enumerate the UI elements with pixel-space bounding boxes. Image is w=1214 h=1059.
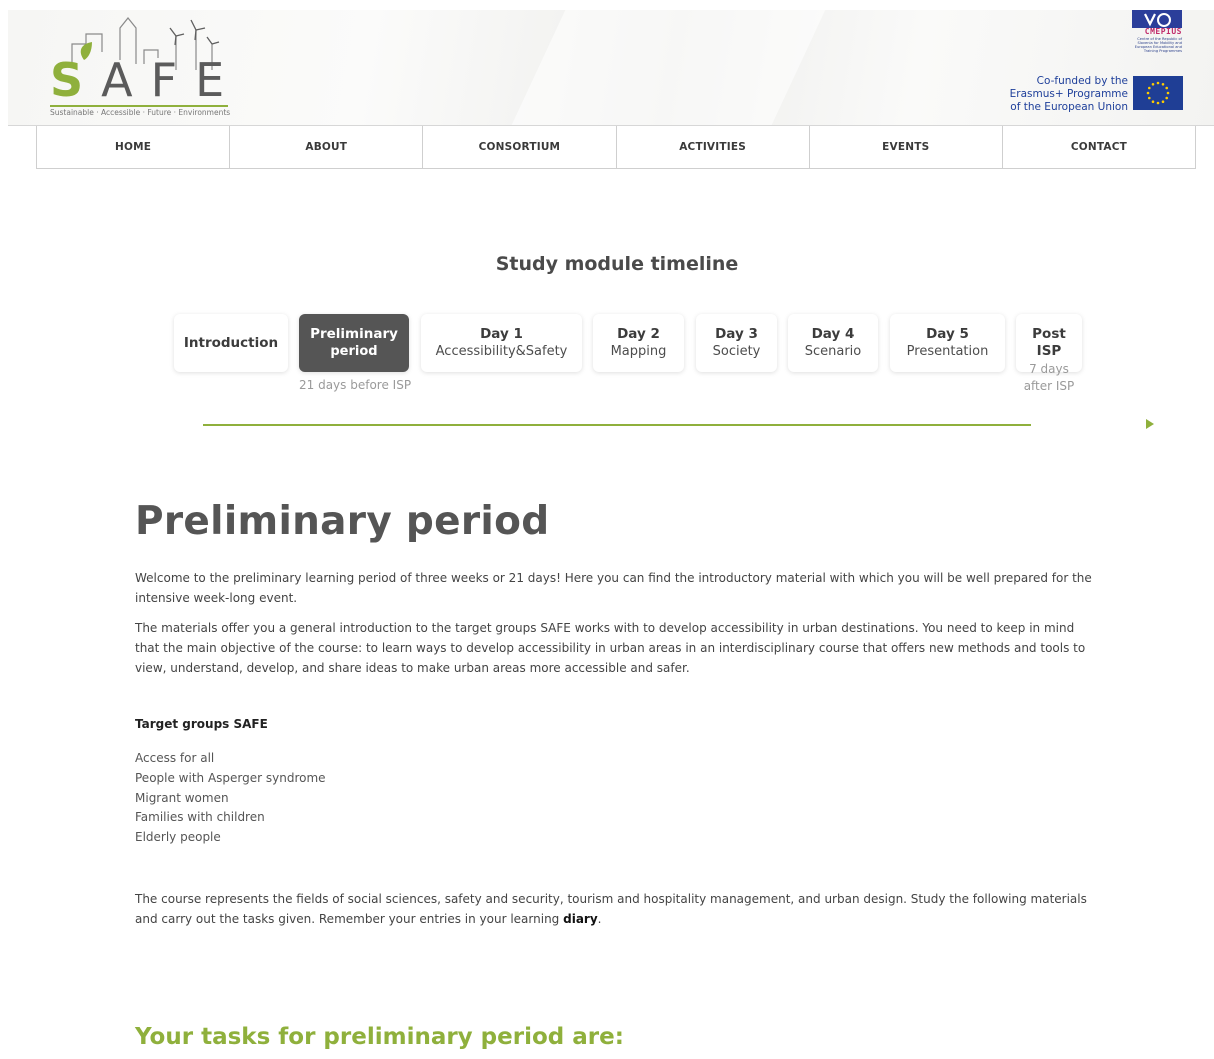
course-paragraph: The course represents the fields of soci… [135, 889, 1095, 929]
page-title: Preliminary period [135, 499, 550, 544]
timeline-next-arrow-icon[interactable] [1146, 419, 1154, 429]
timeline-item-sublabel: Accessibility&Safety [435, 344, 568, 359]
cofund-line-3: of the European Union [1010, 101, 1128, 113]
timeline-item-sublabel: period [330, 344, 378, 359]
timeline-caption-line-1: 7 days [1029, 362, 1069, 376]
timeline-item-day-5[interactable]: Day 5 Presentation [890, 314, 1005, 372]
header-background-sheen [472, 10, 844, 126]
timeline-item-sublabel: Society [712, 344, 761, 359]
timeline-item-label: Day 1 [480, 326, 523, 342]
logo-underline [50, 105, 228, 107]
target-groups-heading: Target groups SAFE [135, 717, 268, 731]
timeline-item-day-4[interactable]: Day 4 Scenario [788, 314, 878, 372]
nav-item-contact[interactable]: CONTACT [1003, 126, 1195, 168]
materials-paragraph: The materials offer you a general introd… [135, 621, 1086, 675]
timeline-item-introduction[interactable]: Introduction [174, 314, 288, 372]
cmepius-mark-icon [1132, 10, 1182, 28]
timeline-item-label: Day 4 [811, 326, 855, 342]
cmepius-logo[interactable]: CMEPIUS Centre of the Republic of Sloven… [1130, 10, 1184, 68]
nav-item-about[interactable]: ABOUT [230, 126, 424, 168]
intro-paragraph: Welcome to the preliminary learning peri… [135, 571, 1092, 605]
safe-logo[interactable]: SAFE Sustainable · Accessible · Future ·… [48, 14, 238, 122]
timeline-item-label: Post [1032, 326, 1066, 342]
list-item: Families with children [135, 810, 265, 825]
diary-link[interactable]: diary [563, 912, 598, 926]
timeline-progress-line [203, 424, 1031, 426]
eu-flag-icon [1133, 76, 1183, 110]
timeline-item-label: Day 3 [715, 326, 758, 342]
timeline-item-preliminary-period[interactable]: Preliminary period [299, 314, 409, 372]
timeline-item-day-2[interactable]: Day 2 Mapping [593, 314, 684, 372]
site-header: SAFE Sustainable · Accessible · Future ·… [8, 10, 1214, 126]
list-item: Migrant women [135, 790, 229, 805]
list-item: Elderly people [135, 830, 221, 845]
cofund-line-2: Erasmus+ Programme [1009, 88, 1128, 100]
timeline-item-caption: 7 days after ISP [1016, 361, 1082, 395]
main-nav: HOME ABOUT CONSORTIUM ACTIVITIES EVENTS … [36, 126, 1196, 169]
tasks-heading: Your tasks for preliminary period are: [135, 1024, 624, 1050]
nav-item-home[interactable]: HOME [37, 126, 231, 168]
timeline-title: Study module timeline [495, 253, 739, 275]
timeline-item-day-3[interactable]: Day 3 Society [696, 314, 777, 372]
logo-tagline: Sustainable · Accessible · Future · Envi… [50, 108, 231, 117]
timeline-item-label: Introduction [183, 335, 279, 351]
timeline-caption-line-2: after ISP [1023, 379, 1075, 393]
timeline-item-label: Day 5 [926, 326, 969, 342]
target-groups-list: Access for all People with Asperger synd… [135, 749, 326, 848]
cmepius-name: CMEPIUS [1144, 27, 1182, 36]
nav-item-events[interactable]: EVENTS [810, 126, 1003, 168]
timeline-item-sublabel: Presentation [906, 344, 989, 359]
nav-item-consortium[interactable]: CONSORTIUM [423, 126, 617, 168]
list-item: Access for all [135, 751, 215, 765]
main-content: Preliminary period Welcome to the prelim… [135, 498, 1095, 1050]
list-item: People with Asperger syndrome [135, 770, 326, 785]
cofunded-text: Co-funded by the Erasmus+ Programme of t… [988, 75, 1128, 114]
timeline-item-day-1[interactable]: Day 1 Accessibility&Safety [421, 314, 582, 372]
course-paragraph-text: The course represents the fields of soci… [135, 892, 1087, 926]
timeline-item-sublabel: ISP [1036, 343, 1062, 359]
timeline-item-label: Preliminary [310, 326, 398, 342]
timeline-item-caption: 21 days before ISP [299, 378, 412, 392]
timeline-item-sublabel: Mapping [610, 344, 667, 359]
course-paragraph-end: . [597, 912, 602, 926]
timeline-item-label: Day 2 [617, 326, 660, 342]
cmepius-description: Centre of the Republic of Slovenia for M… [1134, 37, 1182, 54]
timeline-item-sublabel: Scenario [804, 344, 862, 359]
nav-item-activities[interactable]: ACTIVITIES [617, 126, 810, 168]
logo-wordmark: SAFE [50, 53, 243, 107]
cofund-line-1: Co-funded by the [1036, 75, 1128, 87]
